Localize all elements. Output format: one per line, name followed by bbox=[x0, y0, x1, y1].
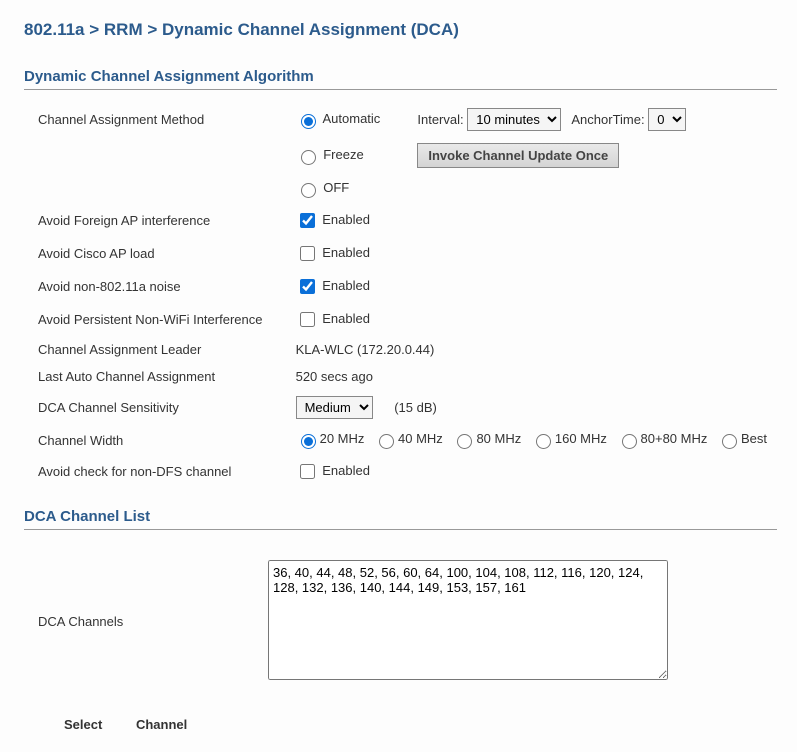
algorithm-table: Channel Assignment Method Automatic Inte… bbox=[24, 102, 777, 488]
footer-channel: Channel bbox=[136, 717, 187, 732]
label-width: Channel Width bbox=[24, 425, 292, 455]
anchor-label: AnchorTime: bbox=[571, 112, 644, 127]
radio-20-wrap[interactable]: 20 MHz bbox=[296, 431, 365, 446]
footer-select: Select bbox=[64, 717, 102, 732]
label-avoid-dfs: Avoid check for non-DFS channel bbox=[24, 455, 292, 488]
label-foreign-ap: Avoid Foreign AP interference bbox=[24, 204, 292, 237]
radio-automatic-wrap[interactable]: Automatic bbox=[296, 111, 381, 126]
section-channel-list-title: DCA Channel List bbox=[24, 508, 777, 530]
label-sensitivity: DCA Channel Sensitivity bbox=[24, 390, 292, 425]
label-last-auto: Last Auto Channel Assignment bbox=[24, 363, 292, 390]
enabled-noise: Enabled bbox=[322, 278, 370, 293]
radio-20mhz[interactable] bbox=[301, 434, 316, 449]
check-noise[interactable] bbox=[300, 279, 315, 294]
radio-off[interactable] bbox=[301, 183, 316, 198]
radio-off-wrap[interactable]: OFF bbox=[296, 180, 350, 195]
invoke-update-button[interactable]: Invoke Channel Update Once bbox=[417, 143, 619, 168]
radio-8080mhz[interactable] bbox=[622, 434, 637, 449]
radio-8080-wrap[interactable]: 80+80 MHz bbox=[617, 431, 708, 446]
label-80mhz: 80 MHz bbox=[476, 431, 521, 446]
radio-freeze-wrap[interactable]: Freeze bbox=[296, 147, 364, 162]
radio-80mhz[interactable] bbox=[457, 434, 472, 449]
enabled-persistent: Enabled bbox=[322, 311, 370, 326]
dca-channels-textarea[interactable] bbox=[268, 560, 668, 680]
enabled-avoid-dfs: Enabled bbox=[322, 463, 370, 478]
check-avoid-dfs[interactable] bbox=[300, 464, 315, 479]
radio-best[interactable] bbox=[722, 434, 737, 449]
label-leader: Channel Assignment Leader bbox=[24, 336, 292, 363]
enabled-foreign-ap: Enabled bbox=[322, 212, 370, 227]
label-cisco-load: Avoid Cisco AP load bbox=[24, 237, 292, 270]
section-algorithm-title: Dynamic Channel Assignment Algorithm bbox=[24, 68, 777, 90]
sensitivity-select[interactable]: Medium bbox=[296, 396, 373, 419]
interval-label: Interval: bbox=[417, 112, 463, 127]
radio-automatic-label: Automatic bbox=[323, 111, 381, 126]
interval-select[interactable]: 10 minutes bbox=[467, 108, 561, 131]
value-last-auto: 520 secs ago bbox=[292, 363, 777, 390]
radio-160-wrap[interactable]: 160 MHz bbox=[531, 431, 607, 446]
radio-freeze-label: Freeze bbox=[323, 147, 363, 162]
label-best: Best bbox=[741, 431, 767, 446]
footer-headers: Select Channel bbox=[24, 717, 777, 732]
label-method: Channel Assignment Method bbox=[24, 102, 292, 137]
enabled-cisco-load: Enabled bbox=[322, 245, 370, 260]
check-persistent[interactable] bbox=[300, 312, 315, 327]
label-40mhz: 40 MHz bbox=[398, 431, 443, 446]
label-20mhz: 20 MHz bbox=[320, 431, 365, 446]
label-noise: Avoid non-802.11a noise bbox=[24, 270, 292, 303]
radio-off-label: OFF bbox=[323, 180, 349, 195]
check-cisco-load[interactable] bbox=[300, 246, 315, 261]
radio-40mhz[interactable] bbox=[379, 434, 394, 449]
sensitivity-db: (15 dB) bbox=[394, 400, 437, 415]
label-8080mhz: 80+80 MHz bbox=[641, 431, 708, 446]
radio-40-wrap[interactable]: 40 MHz bbox=[374, 431, 443, 446]
anchor-select[interactable]: 0 bbox=[648, 108, 686, 131]
radio-80-wrap[interactable]: 80 MHz bbox=[452, 431, 521, 446]
label-160mhz: 160 MHz bbox=[555, 431, 607, 446]
label-persistent: Avoid Persistent Non-WiFi Interference bbox=[24, 303, 292, 336]
value-leader: KLA-WLC (172.20.0.44) bbox=[292, 336, 777, 363]
label-dca-channels: DCA Channels bbox=[24, 542, 264, 707]
check-foreign-ap[interactable] bbox=[300, 213, 315, 228]
radio-freeze[interactable] bbox=[301, 150, 316, 165]
channel-list-table: DCA Channels bbox=[24, 542, 777, 707]
breadcrumb: 802.11a > RRM > Dynamic Channel Assignme… bbox=[24, 20, 777, 40]
radio-best-wrap[interactable]: Best bbox=[717, 431, 767, 446]
radio-160mhz[interactable] bbox=[536, 434, 551, 449]
radio-automatic[interactable] bbox=[301, 114, 316, 129]
